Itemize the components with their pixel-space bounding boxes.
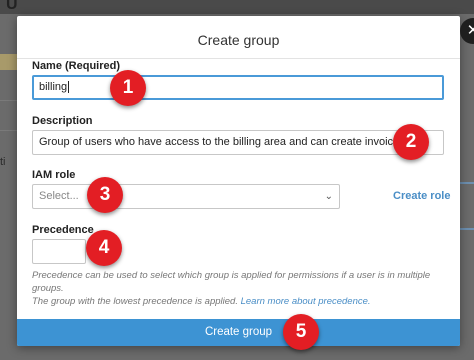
description-input[interactable]: Group of users who have access to the bi… (32, 130, 444, 155)
precedence-label: Precedence (32, 224, 94, 236)
background-divider (458, 182, 474, 184)
create-group-button[interactable]: Create group (17, 319, 460, 346)
step-marker-1: 1 (110, 70, 146, 106)
background-text: ti (0, 156, 6, 168)
description-label: Description (32, 115, 93, 127)
background-divider (0, 100, 18, 101)
description-value: Group of users who have access to the bi… (39, 136, 405, 148)
name-input[interactable]: billing (32, 75, 444, 100)
dialog-title: Create group (197, 32, 280, 48)
learn-more-link[interactable]: Learn more about precedence. (241, 296, 371, 307)
step-marker-3: 3 (87, 177, 123, 213)
precedence-help-text: The group with the lowest precedence is … (32, 296, 241, 307)
iam-role-select[interactable]: Select... ⌄ (32, 184, 340, 209)
background-glyph: U (6, 0, 18, 13)
precedence-input[interactable] (32, 239, 86, 264)
iam-role-placeholder: Select... (39, 190, 79, 202)
step-marker-4: 4 (86, 230, 122, 266)
name-value: billing (39, 81, 68, 93)
create-role-link[interactable]: Create role (393, 190, 450, 202)
precedence-help: Precedence can be used to select which g… (32, 269, 452, 308)
iam-role-label: IAM role (32, 169, 76, 181)
title-divider (17, 58, 460, 59)
background-topbar (0, 0, 474, 14)
precedence-help-text: Precedence can be used to select which g… (32, 270, 431, 294)
chevron-down-icon: ⌄ (324, 191, 333, 202)
create-group-dialog: ✕ Create group Name (Required) billing D… (17, 16, 474, 346)
background-divider (458, 228, 474, 230)
background-divider (0, 130, 18, 131)
step-marker-5: 5 (283, 314, 319, 350)
step-marker-2: 2 (393, 124, 429, 160)
text-caret (68, 81, 70, 94)
name-label: Name (Required) (32, 60, 121, 72)
